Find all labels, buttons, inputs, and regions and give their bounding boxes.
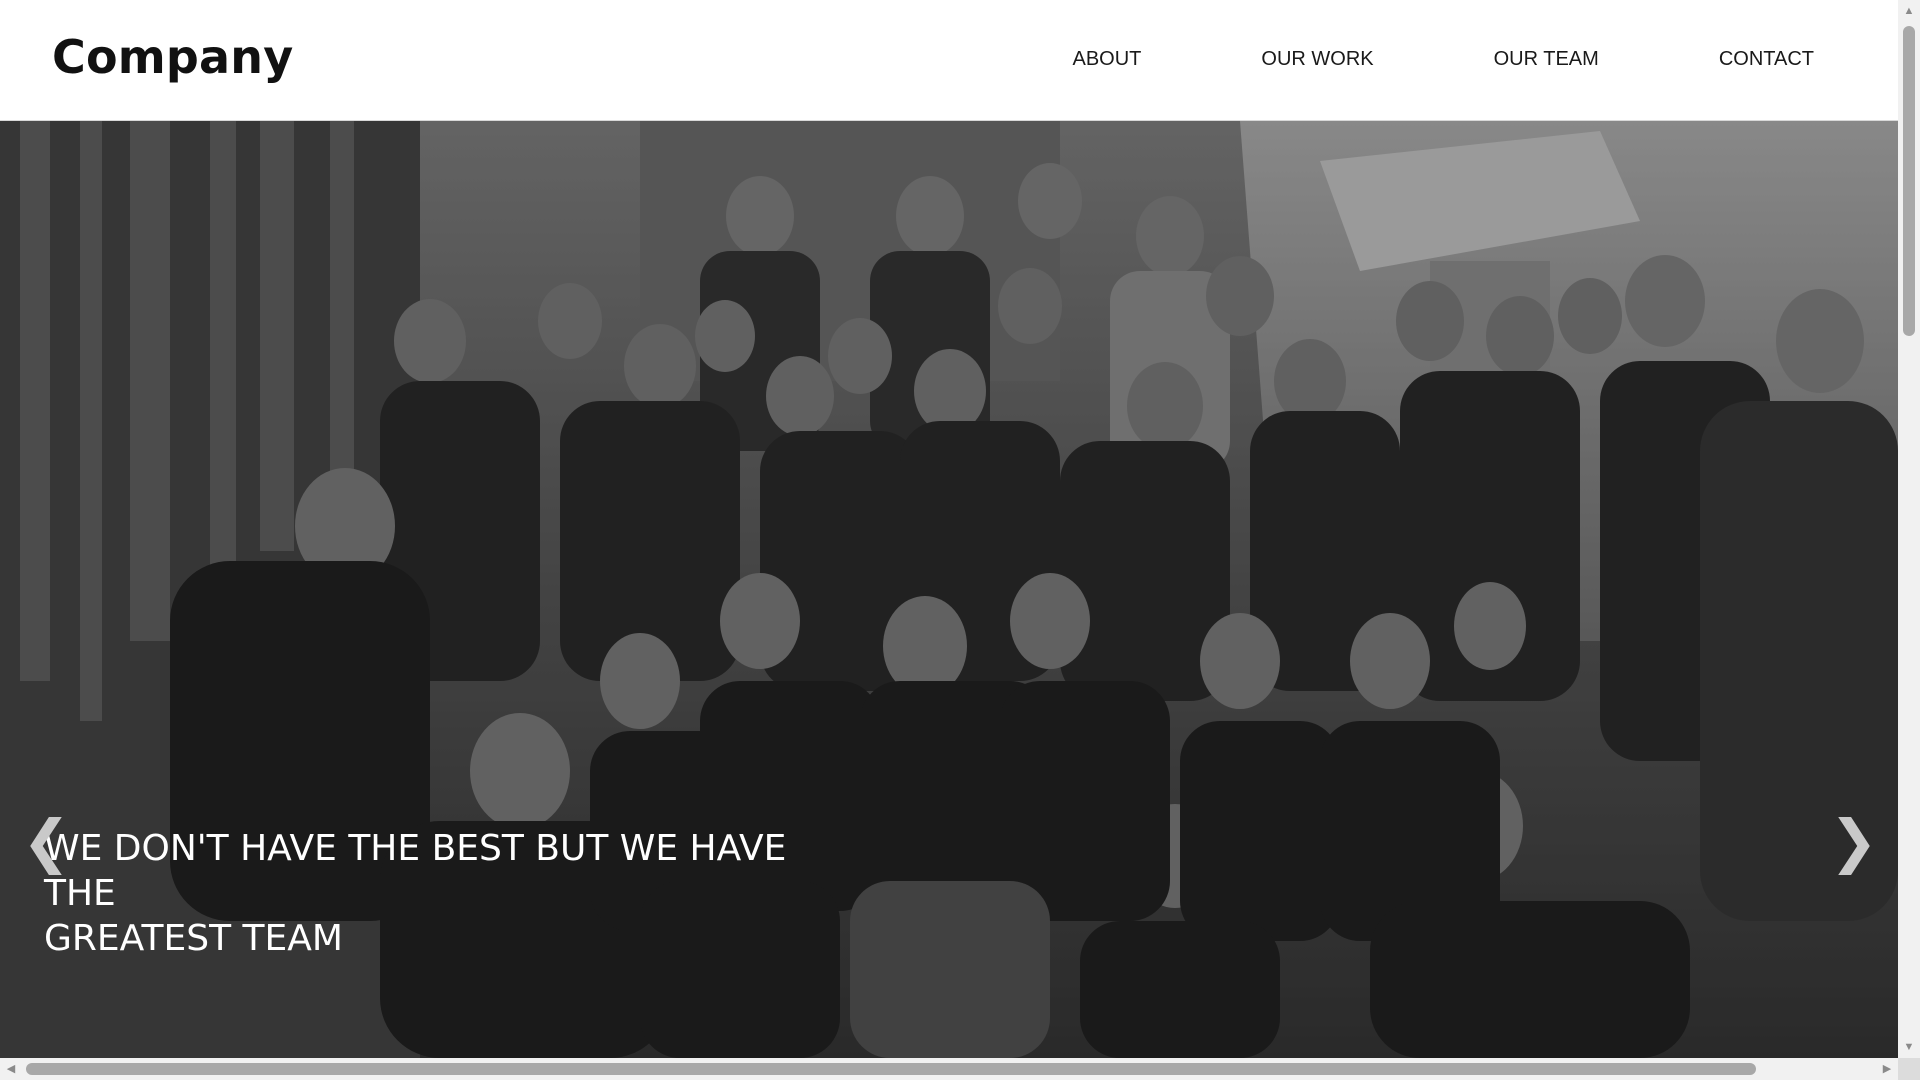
scroll-up-icon[interactable]: ▲ bbox=[1898, 0, 1920, 22]
vertical-scrollbar[interactable]: ▲ ▼ bbox=[1898, 0, 1920, 1058]
nav-item-contact[interactable]: CONTACT bbox=[1719, 48, 1814, 71]
scroll-right-icon[interactable]: ▶ bbox=[1876, 1058, 1898, 1080]
horizontal-scroll-thumb[interactable] bbox=[26, 1063, 1756, 1075]
nav-item-our-team[interactable]: OUR TEAM bbox=[1494, 48, 1599, 71]
carousel-next-icon[interactable]: ❯ bbox=[1829, 811, 1878, 871]
hero-carousel: WE DON'T HAVE THE BEST BUT WE HAVE THE G… bbox=[0, 121, 1898, 1058]
hero-caption: WE DON'T HAVE THE BEST BUT WE HAVE THE G… bbox=[44, 826, 864, 961]
site-header: Company ABOUT OUR WORK OUR TEAM CONTACT bbox=[0, 0, 1898, 121]
scrollbar-corner bbox=[1898, 1058, 1920, 1080]
main-nav: ABOUT OUR WORK OUR TEAM CONTACT bbox=[1072, 48, 1814, 71]
vertical-scroll-thumb[interactable] bbox=[1903, 26, 1915, 336]
hero-caption-line-1: WE DON'T HAVE THE BEST BUT WE HAVE THE bbox=[44, 828, 787, 914]
nav-item-about[interactable]: ABOUT bbox=[1072, 48, 1141, 71]
nav-item-our-work[interactable]: OUR WORK bbox=[1261, 48, 1373, 71]
page: Company ABOUT OUR WORK OUR TEAM CONTACT bbox=[0, 0, 1898, 1058]
scroll-left-icon[interactable]: ◀ bbox=[0, 1058, 22, 1080]
horizontal-scrollbar[interactable]: ◀ ▶ bbox=[0, 1058, 1898, 1080]
hero-caption-line-2: GREATEST TEAM bbox=[44, 918, 343, 959]
brand-logo[interactable]: Company bbox=[52, 30, 293, 84]
carousel-prev-icon[interactable]: ❮ bbox=[22, 811, 71, 871]
scroll-down-icon[interactable]: ▼ bbox=[1898, 1036, 1920, 1058]
